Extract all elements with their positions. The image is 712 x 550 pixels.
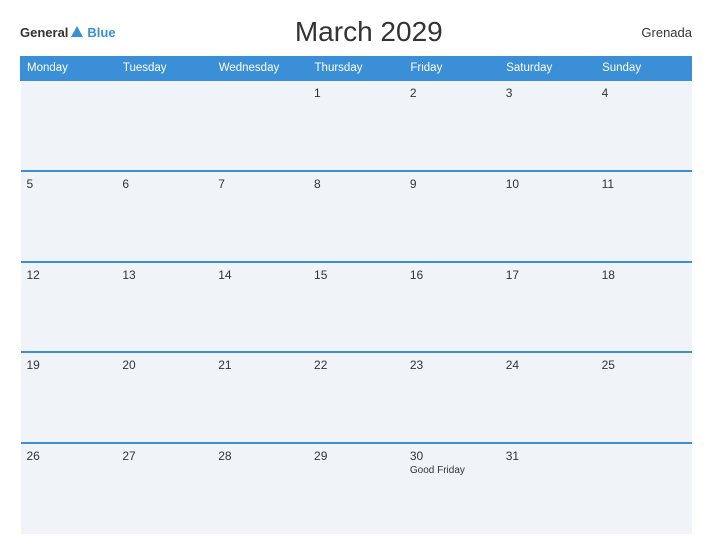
day-number: 27 (122, 449, 206, 463)
top-bar: General Blue March 2029 Grenada (20, 16, 692, 48)
day-number: 11 (602, 177, 686, 191)
day-number: 18 (602, 268, 686, 282)
day-number: 21 (218, 358, 302, 372)
day-number: 3 (506, 86, 590, 100)
day-number: 7 (218, 177, 302, 191)
calendar-week-3: 12 13 14 15 16 17 18 (21, 262, 692, 353)
calendar-cell-w1-d5: 2 (404, 80, 500, 171)
day-number: 23 (410, 358, 494, 372)
calendar-cell-w2-d3: 7 (212, 171, 308, 262)
day-number: 12 (27, 268, 111, 282)
header-monday: Monday (21, 57, 117, 81)
day-number: 20 (122, 358, 206, 372)
day-number: 9 (410, 177, 494, 191)
calendar-cell-w1-d4: 1 (308, 80, 404, 171)
calendar-cell-w3-d2: 13 (116, 262, 212, 353)
calendar-week-5: 26 27 28 29 30 Good Friday 31 (21, 443, 692, 534)
day-number: 1 (314, 86, 398, 100)
calendar-cell-w1-d7: 4 (596, 80, 692, 171)
calendar-cell-w4-d4: 22 (308, 352, 404, 443)
calendar-cell-w5-d7 (596, 443, 692, 534)
day-number: 30 (410, 449, 494, 463)
day-number: 22 (314, 358, 398, 372)
calendar-cell-w4-d3: 21 (212, 352, 308, 443)
calendar-cell-w4-d5: 23 (404, 352, 500, 443)
calendar-cell-w5-d5: 30 Good Friday (404, 443, 500, 534)
header-saturday: Saturday (500, 57, 596, 81)
calendar-cell-w1-d2 (116, 80, 212, 171)
month-title: March 2029 (116, 16, 622, 48)
logo: General Blue (20, 23, 116, 41)
day-number: 13 (122, 268, 206, 282)
day-number: 8 (314, 177, 398, 191)
calendar-cell-w2-d7: 11 (596, 171, 692, 262)
day-number: 16 (410, 268, 494, 282)
calendar-cell-w3-d6: 17 (500, 262, 596, 353)
calendar-cell-w2-d1: 5 (21, 171, 117, 262)
calendar-cell-w3-d1: 12 (21, 262, 117, 353)
day-number: 17 (506, 268, 590, 282)
logo-general-text: General (20, 25, 68, 40)
calendar-cell-w1-d3 (212, 80, 308, 171)
calendar-cell-w3-d7: 18 (596, 262, 692, 353)
calendar-cell-w3-d4: 15 (308, 262, 404, 353)
calendar-cell-w1-d6: 3 (500, 80, 596, 171)
calendar-week-1: 1234 (21, 80, 692, 171)
day-number: 15 (314, 268, 398, 282)
calendar-cell-w3-d5: 16 (404, 262, 500, 353)
calendar-cell-w3-d3: 14 (212, 262, 308, 353)
calendar-cell-w5-d3: 28 (212, 443, 308, 534)
day-number: 28 (218, 449, 302, 463)
calendar-cell-w2-d6: 10 (500, 171, 596, 262)
day-number: 5 (27, 177, 111, 191)
logo-triangle-icon (71, 26, 83, 37)
calendar-cell-w5-d6: 31 (500, 443, 596, 534)
day-event: Good Friday (410, 465, 494, 476)
day-number: 29 (314, 449, 398, 463)
calendar-cell-w2-d2: 6 (116, 171, 212, 262)
calendar-table: Monday Tuesday Wednesday Thursday Friday… (20, 56, 692, 534)
calendar-cell-w5-d2: 27 (116, 443, 212, 534)
header-wednesday: Wednesday (212, 57, 308, 81)
header-tuesday: Tuesday (116, 57, 212, 81)
day-number: 25 (602, 358, 686, 372)
logo-blue-text: Blue (87, 25, 115, 40)
calendar-cell-w5-d1: 26 (21, 443, 117, 534)
day-number: 14 (218, 268, 302, 282)
calendar-cell-w5-d4: 29 (308, 443, 404, 534)
day-number: 19 (27, 358, 111, 372)
calendar-cell-w2-d4: 8 (308, 171, 404, 262)
day-number: 31 (506, 449, 590, 463)
day-number: 26 (27, 449, 111, 463)
calendar-week-2: 56789 10 11 (21, 171, 692, 262)
calendar-header-row: Monday Tuesday Wednesday Thursday Friday… (21, 57, 692, 81)
day-number: 4 (602, 86, 686, 100)
header-friday: Friday (404, 57, 500, 81)
header-sunday: Sunday (596, 57, 692, 81)
calendar-cell-w2-d5: 9 (404, 171, 500, 262)
header-thursday: Thursday (308, 57, 404, 81)
day-number: 10 (506, 177, 590, 191)
calendar-cell-w4-d7: 25 (596, 352, 692, 443)
calendar-cell-w4-d2: 20 (116, 352, 212, 443)
calendar-cell-w1-d1 (21, 80, 117, 171)
calendar-cell-w4-d1: 19 (21, 352, 117, 443)
calendar-cell-w4-d6: 24 (500, 352, 596, 443)
day-number: 6 (122, 177, 206, 191)
calendar-week-4: 19 20 21 22 23 24 25 (21, 352, 692, 443)
day-number: 2 (410, 86, 494, 100)
day-number: 24 (506, 358, 590, 372)
country-name: Grenada (622, 25, 692, 40)
